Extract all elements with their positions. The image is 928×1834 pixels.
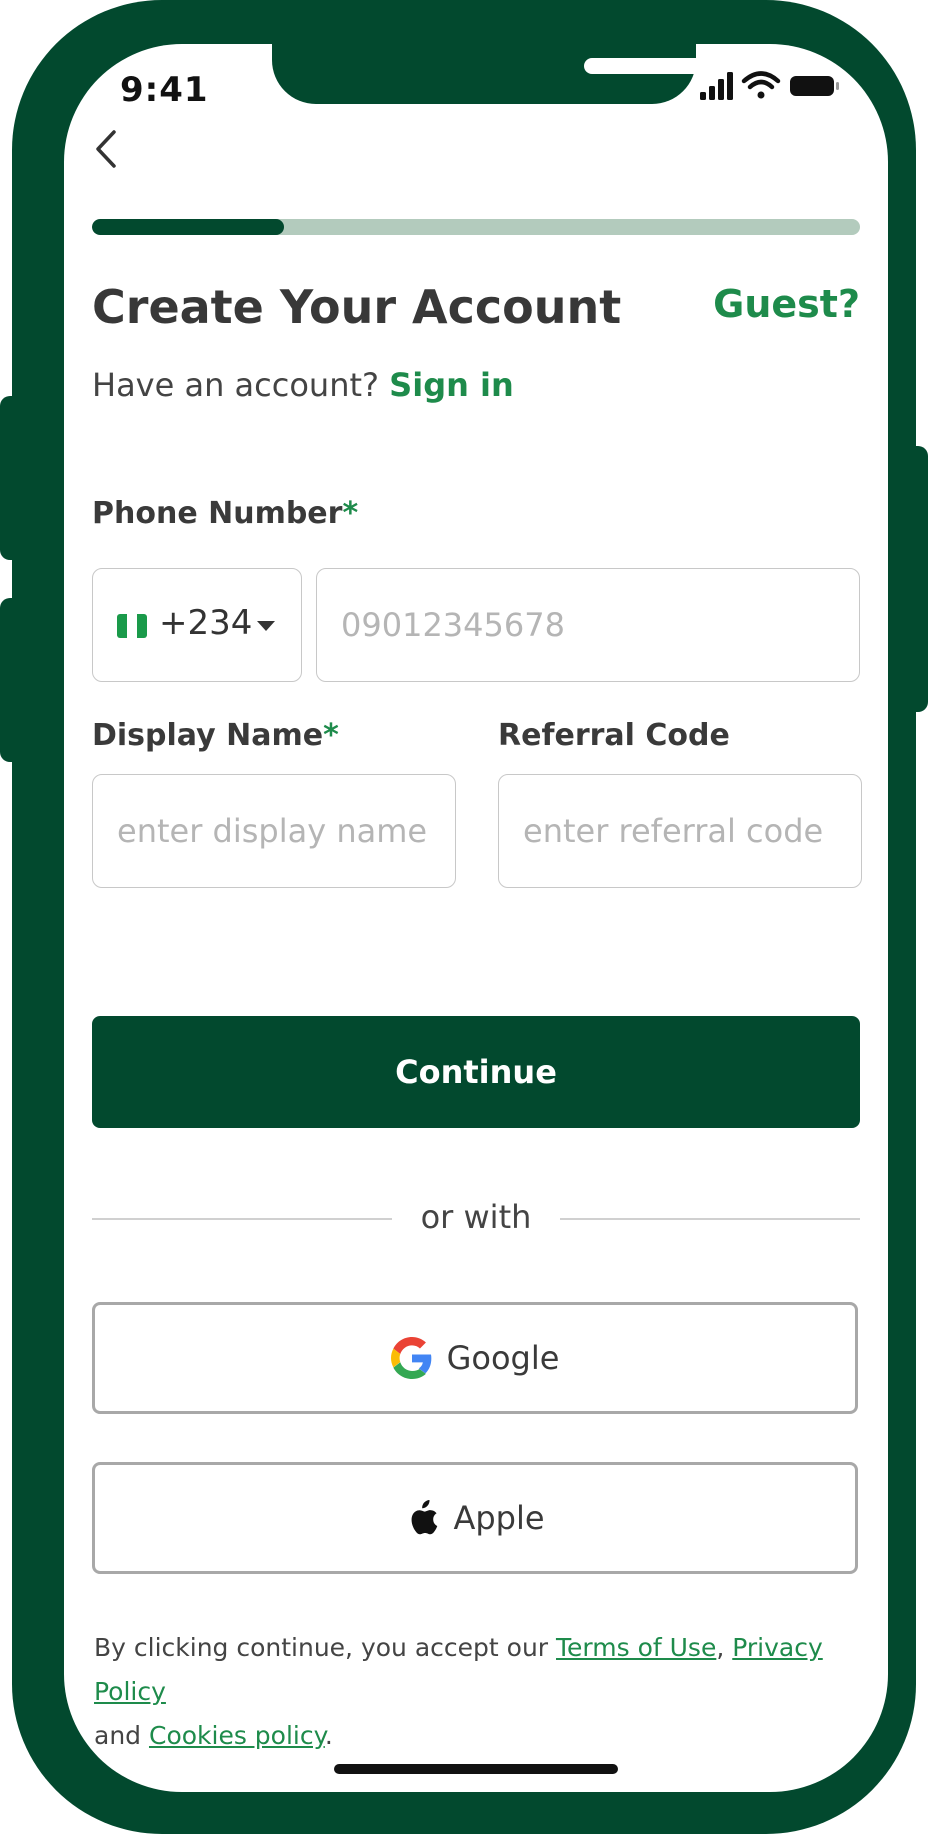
- screen: 9:41 Create Your Account Guest? Have an …: [64, 44, 888, 1792]
- referral-code-label: Referral Code: [498, 718, 730, 753]
- divider-right: [560, 1218, 860, 1220]
- display-name-label: Display Name*: [92, 718, 339, 753]
- status-time: 9:41: [120, 70, 209, 110]
- phone-number-label-text: Phone Number: [92, 496, 343, 531]
- signal-icon: [700, 72, 733, 100]
- legal-period: .: [324, 1721, 333, 1750]
- progress-fill: [92, 219, 284, 235]
- guest-link[interactable]: Guest?: [713, 282, 860, 326]
- device-frame: 9:41 Create Your Account Guest? Have an …: [12, 0, 916, 1834]
- display-name-label-text: Display Name: [92, 718, 324, 753]
- cookies-policy-link[interactable]: Cookies policy: [149, 1721, 325, 1750]
- sign-in-link[interactable]: Sign in: [389, 366, 514, 404]
- terms-of-use-link[interactable]: Terms of Use: [556, 1633, 716, 1662]
- back-chevron-icon[interactable]: [86, 124, 126, 174]
- required-mark: *: [342, 496, 359, 531]
- wifi-icon: [741, 71, 781, 99]
- progress-bar: [92, 219, 860, 235]
- google-icon: [390, 1337, 433, 1379]
- legal-prefix: By clicking continue, you accept our: [94, 1633, 557, 1662]
- home-indicator: [334, 1764, 618, 1774]
- phone-number-label: Phone Number*: [92, 496, 358, 531]
- battery-icon: [790, 76, 839, 96]
- continue-button[interactable]: Continue: [92, 1016, 860, 1128]
- google-label: Google: [446, 1339, 560, 1377]
- country-code-select[interactable]: +234: [92, 568, 302, 682]
- referral-code-input[interactable]: [498, 774, 862, 888]
- legal-comma: ,: [716, 1633, 725, 1662]
- required-mark: *: [323, 718, 339, 753]
- apple-label: Apple: [453, 1499, 545, 1537]
- apple-signin-button[interactable]: Apple: [92, 1462, 858, 1574]
- google-signin-button[interactable]: Google: [92, 1302, 858, 1414]
- status-icons: [700, 71, 839, 100]
- legal-text: By clicking continue, you accept our Ter…: [94, 1626, 874, 1758]
- have-account-text: Have an account?: [92, 366, 379, 404]
- apple-icon: [405, 1498, 439, 1538]
- caret-down-icon: [257, 621, 275, 631]
- page-title: Create Your Account: [92, 280, 622, 334]
- divider-left: [92, 1218, 392, 1220]
- have-account-line: Have an account? Sign in: [92, 366, 514, 404]
- nigeria-flag-icon: [117, 614, 147, 638]
- country-code-value: +234: [159, 603, 253, 643]
- display-name-input[interactable]: [92, 774, 456, 888]
- legal-and: and: [94, 1721, 149, 1750]
- or-with-text: or with: [420, 1198, 532, 1236]
- notch: [272, 44, 786, 104]
- phone-number-input[interactable]: [316, 568, 860, 682]
